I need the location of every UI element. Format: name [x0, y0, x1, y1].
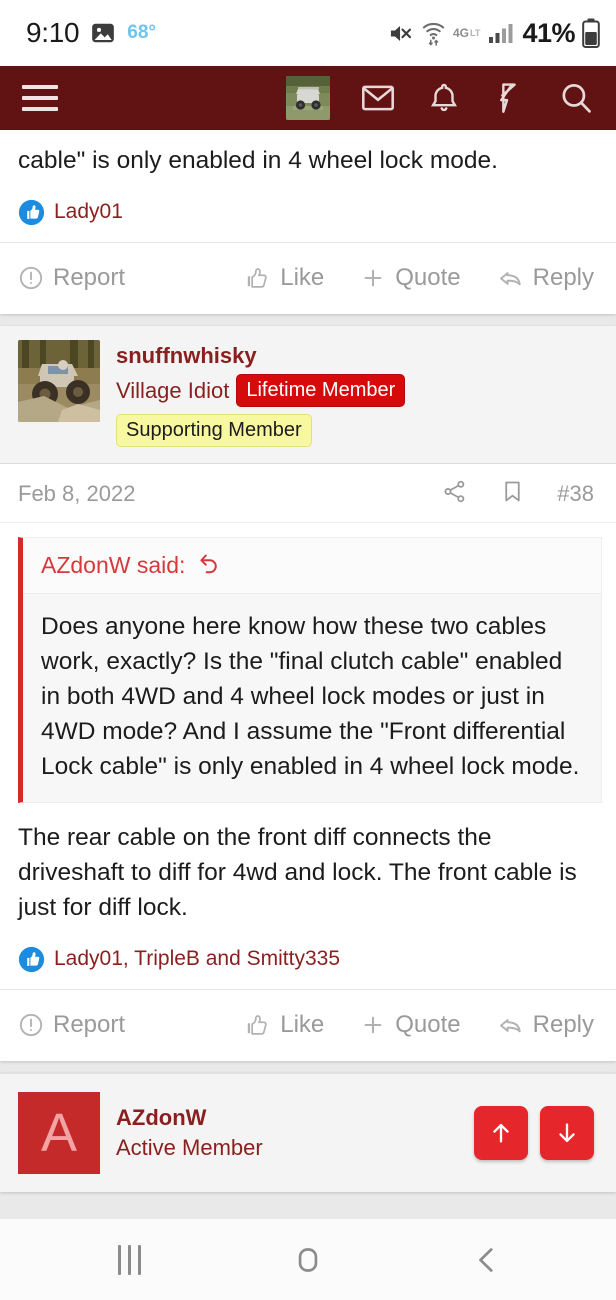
post-reactions-main[interactable]: Lady01, TripleB and Smitty335 — [0, 932, 616, 989]
lightning-icon[interactable] — [492, 80, 528, 116]
signal-icon — [488, 22, 515, 44]
post-card-previous: cable" is only enabled in 4 wheel lock m… — [0, 130, 616, 314]
post-action-bar-main: Report Like Quote Reply — [0, 988, 616, 1061]
reaction-names[interactable]: Lady01, TripleB and Smitty335 — [54, 947, 340, 971]
post-actions-right-main: Like Quote Reply — [245, 1011, 594, 1039]
reply-button[interactable]: Reply — [497, 264, 594, 292]
status-bar-right: 4G LTE 41% — [387, 18, 600, 49]
badge-lifetime-member: Lifetime Member — [236, 374, 406, 408]
like-label: Like — [280, 1011, 325, 1039]
post-number[interactable]: #38 — [557, 481, 594, 507]
share-icon[interactable] — [441, 478, 468, 510]
bookmark-icon[interactable] — [500, 479, 525, 509]
status-temperature: 68° — [127, 22, 157, 43]
photo-icon — [90, 20, 116, 46]
post-meta-row: Feb 8, 2022 #38 — [0, 464, 616, 524]
quote-button[interactable]: Quote — [360, 1011, 461, 1039]
home-icon[interactable] — [277, 1229, 339, 1291]
post-meta-right: #38 — [441, 478, 594, 510]
phone-screen: 9:10 68° 4G LT 41% cable" is only enable… — [0, 0, 616, 1300]
post-author[interactable]: AZdonW — [116, 1103, 263, 1133]
quote-label: Quote — [395, 1011, 461, 1039]
post-text: cable" is only enabled in 4 wheel lock m… — [18, 147, 498, 174]
reaction-names[interactable]: Lady01 — [54, 200, 123, 224]
post-card-main: snuffnwhisky Village Idiot Lifetime Memb… — [0, 325, 616, 1061]
status-bar-left: 9:10 68° — [26, 17, 156, 49]
quote-attribution: AZdonW said: — [41, 552, 186, 579]
post-header-next: A AZdonW Active Member — [0, 1074, 616, 1192]
search-icon[interactable] — [558, 80, 594, 116]
report-label: Report — [53, 264, 126, 292]
status-bar: 9:10 68° 4G LT 41% — [0, 0, 616, 66]
quote-label: Quote — [395, 264, 461, 292]
post-action-bar-previous: Report Like Quote Reply — [0, 241, 616, 314]
quote-text: Does anyone here know how these two cabl… — [41, 613, 580, 780]
report-button[interactable]: Report — [18, 264, 125, 292]
user-avatar-icon[interactable] — [286, 76, 330, 120]
post-author-badges: Village Idiot Lifetime Member Supporting… — [116, 374, 598, 448]
status-time: 9:10 — [26, 17, 80, 48]
hamburger-menu-icon[interactable] — [18, 76, 62, 120]
user-title: Village Idiot — [116, 377, 230, 403]
scroll-up-button[interactable] — [474, 1105, 528, 1160]
avatar[interactable] — [18, 339, 100, 422]
user-title: Active Member — [116, 1134, 263, 1160]
android-nav-bar — [0, 1218, 616, 1300]
post-header: snuffnwhisky Village Idiot Lifetime Memb… — [0, 325, 616, 465]
scroll-down-button[interactable] — [540, 1105, 594, 1160]
scroll-buttons — [474, 1105, 594, 1160]
reply-back-arrow-icon[interactable] — [197, 551, 221, 580]
thumbs-up-reaction-icon — [18, 946, 45, 973]
post-body-main: The rear cable on the front diff connect… — [0, 807, 616, 931]
thumbs-up-reaction-icon — [18, 199, 45, 226]
report-button[interactable]: Report — [18, 1011, 125, 1039]
back-icon[interactable] — [456, 1229, 518, 1291]
wifi-icon — [421, 20, 446, 46]
post-body-previous: cable" is only enabled in 4 wheel lock m… — [0, 130, 616, 185]
svg-text:LTE: LTE — [470, 28, 481, 38]
post-actions-right-previous: Like Quote Reply — [245, 264, 594, 292]
thread-scroll-area[interactable]: cable" is only enabled in 4 wheel lock m… — [0, 130, 616, 1218]
report-label: Report — [53, 1011, 126, 1039]
like-button[interactable]: Like — [245, 264, 324, 292]
post-author[interactable]: snuffnwhisky — [116, 342, 598, 371]
app-header-bar — [0, 66, 616, 130]
reply-label: Reply — [532, 1011, 594, 1039]
post-text: The rear cable on the front diff connect… — [18, 824, 577, 921]
quote-wrapper: AZdonW said: Does anyone here know how t… — [0, 523, 616, 807]
reply-label: Reply — [532, 264, 594, 292]
quote-button[interactable]: Quote — [360, 264, 461, 292]
reply-button[interactable]: Reply — [497, 1011, 594, 1039]
avatar[interactable]: A — [18, 1091, 100, 1174]
post-reactions-previous[interactable]: Lady01 — [0, 185, 616, 242]
lte-icon: 4G LTE — [453, 25, 481, 41]
bell-icon[interactable] — [426, 80, 462, 116]
like-button[interactable]: Like — [245, 1011, 324, 1039]
post-header-meta-next: AZdonW Active Member — [116, 1103, 263, 1162]
badge-supporting-member: Supporting Member — [116, 414, 312, 448]
post-card-next: A AZdonW Active Member — [0, 1072, 616, 1192]
battery-percent: 41% — [522, 17, 575, 48]
quote-attribution-row[interactable]: AZdonW said: — [23, 538, 601, 595]
mute-icon — [387, 20, 414, 47]
svg-text:4G: 4G — [453, 26, 469, 40]
inbox-icon[interactable] — [360, 80, 396, 116]
post-header-meta: snuffnwhisky Village Idiot Lifetime Memb… — [116, 340, 598, 448]
app-header-actions — [286, 76, 594, 120]
post-date[interactable]: Feb 8, 2022 — [18, 481, 135, 507]
like-label: Like — [280, 264, 325, 292]
quote-block: AZdonW said: Does anyone here know how t… — [18, 537, 602, 804]
battery-icon — [582, 18, 600, 48]
recents-icon[interactable] — [98, 1229, 160, 1291]
